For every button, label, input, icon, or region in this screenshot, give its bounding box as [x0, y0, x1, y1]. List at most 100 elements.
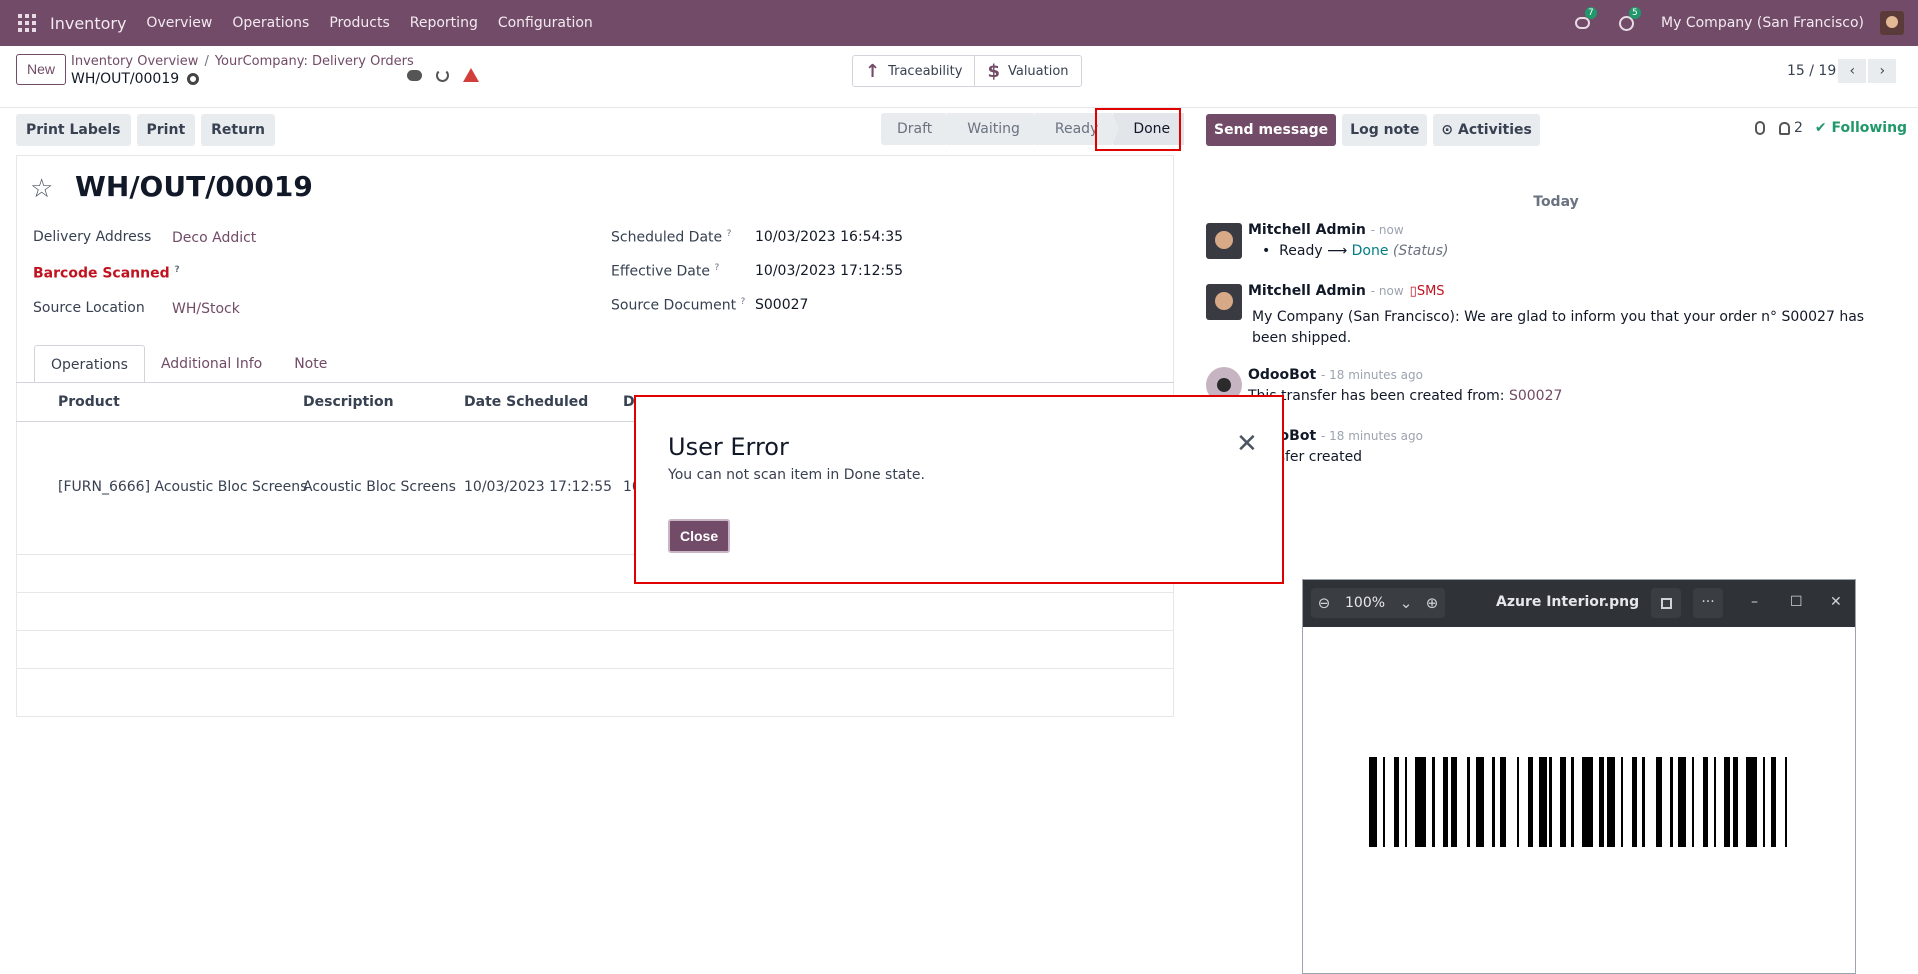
message-author: Mitchell Admin - now — [1248, 222, 1404, 238]
effective-date-value: 10/03/2023 17:12:55 — [755, 263, 904, 279]
pager-next-button[interactable]: › — [1868, 59, 1897, 83]
record-name-text: WH/OUT/00019 — [71, 71, 180, 87]
valuation-button[interactable]: $ Valuation — [974, 56, 1080, 86]
row-product[interactable]: [FURN_6666] Acoustic Bloc Screens — [58, 479, 307, 495]
return-button[interactable]: Return — [201, 114, 275, 146]
table-row-divider — [16, 668, 1174, 669]
column-date-scheduled[interactable]: Date Scheduled — [464, 394, 588, 410]
followers-count[interactable]: 2 — [1794, 120, 1803, 136]
close-button[interactable]: Close — [668, 519, 731, 553]
breadcrumb: Inventory Overview / YourCompany: Delivery… — [71, 54, 414, 69]
stage-draft[interactable]: Draft — [881, 113, 954, 145]
attachment-icon[interactable] — [1755, 121, 1765, 135]
menu-products[interactable]: Products — [329, 15, 389, 31]
record-name: WH/OUT/00019 — [71, 71, 200, 87]
pager-previous-button[interactable]: ‹ — [1838, 59, 1867, 83]
scheduled-date-value[interactable]: 10/03/2023 16:54:35 — [755, 229, 903, 245]
zoom-in-icon[interactable]: ⊕ — [1419, 588, 1445, 618]
send-message-button[interactable]: Send message — [1206, 114, 1337, 146]
star-icon[interactable]: ☆ — [30, 176, 53, 202]
barcode-image — [1369, 757, 1793, 847]
messages-icon[interactable]: 7 — [1573, 7, 1597, 33]
help-mark: ? — [174, 265, 180, 275]
message-time: - 18 minutes ago — [1321, 429, 1423, 443]
scheduled-date-text: Scheduled Date — [611, 229, 723, 246]
gear-icon[interactable] — [187, 73, 200, 85]
traceability-button[interactable]: ↑ Traceability — [853, 56, 974, 86]
following-button[interactable]: ✔ Following — [1815, 120, 1907, 136]
breadcrumb-delivery-orders[interactable]: YourCompany: Delivery Orders — [215, 54, 414, 69]
source-document-value[interactable]: S00027 — [755, 297, 808, 313]
arrow-up-icon: ↑ — [865, 60, 881, 82]
help-mark: ? — [714, 263, 720, 273]
valuation-label: Valuation — [1007, 63, 1069, 79]
print-button[interactable]: Print — [136, 114, 196, 146]
delivery-address-value[interactable]: Deco Addict — [172, 230, 256, 246]
maximize-icon[interactable]: ☐ — [1790, 594, 1803, 610]
menu-configuration[interactable]: Configuration — [498, 15, 593, 31]
chevron-down-icon[interactable]: ⌄ — [1393, 588, 1419, 618]
company-switcher[interactable]: My Company (San Francisco) — [1661, 15, 1864, 31]
author-avatar[interactable] — [1206, 223, 1242, 259]
barcode-scanned-label: Barcode Scanned ? — [33, 265, 180, 282]
activities-button-label: Activities — [1457, 122, 1532, 138]
menu-reporting[interactable]: Reporting — [410, 15, 478, 31]
dialog-title: User Error — [668, 433, 789, 461]
minimize-icon[interactable]: – — [1751, 594, 1758, 610]
author-avatar[interactable] — [1206, 284, 1242, 320]
pager: 15 / 19 ‹ › — [1787, 59, 1897, 83]
barcode-scanned-text: Barcode Scanned — [33, 265, 170, 282]
app-brand[interactable]: Inventory — [50, 14, 126, 33]
row-description[interactable]: Acoustic Bloc Screens — [303, 479, 456, 495]
message-body: My Company (San Francisco): We are glad … — [1252, 309, 1865, 346]
menu-overview[interactable]: Overview — [146, 15, 212, 31]
close-window-icon[interactable]: ✕ — [1830, 594, 1842, 610]
fullscreen-icon[interactable] — [1651, 588, 1681, 618]
save-cloud-icon[interactable] — [407, 70, 422, 81]
effective-date-text: Effective Date — [611, 263, 710, 280]
print-labels-button[interactable]: Print Labels — [16, 114, 131, 146]
more-menu-icon[interactable]: ··· — [1693, 588, 1723, 618]
stage-waiting[interactable]: Waiting — [947, 113, 1041, 145]
author-name[interactable]: Mitchell Admin — [1248, 222, 1366, 238]
delivery-address-label: Delivery Address — [33, 229, 152, 245]
zoom-out-icon[interactable]: ⊖ — [1311, 588, 1337, 618]
breadcrumb-separator: / — [204, 54, 209, 69]
log-note-button[interactable]: Log note — [1342, 114, 1428, 146]
author-name[interactable]: Mitchell Admin — [1248, 283, 1366, 299]
row-date-scheduled[interactable]: 10/03/2023 17:12:55 — [464, 479, 612, 495]
user-error-dialog: User Error ✕ You can not scan item in Do… — [634, 395, 1284, 584]
new-button[interactable]: New — [16, 54, 67, 85]
discard-icon[interactable] — [436, 69, 449, 82]
source-document-label: Source Document ? — [611, 297, 745, 314]
source-document-link[interactable]: S00027 — [1509, 388, 1562, 404]
tab-additional-info[interactable]: Additional Info — [145, 345, 278, 383]
apps-menu-icon[interactable] — [18, 14, 36, 32]
column-description[interactable]: Description — [303, 394, 394, 410]
check-icon: ✔ — [1814, 120, 1832, 136]
done-stage-highlight — [1095, 108, 1181, 151]
source-location-value[interactable]: WH/Stock — [172, 301, 240, 317]
breadcrumb-inventory-overview[interactable]: Inventory Overview — [71, 54, 198, 69]
arrow-icon: ⟶ — [1327, 243, 1348, 259]
tab-note[interactable]: Note — [278, 345, 343, 383]
pager-value[interactable]: 15 / 19 — [1787, 63, 1836, 79]
author-name[interactable]: OdooBot — [1248, 367, 1316, 383]
message-time: - now — [1370, 223, 1404, 237]
column-truncated[interactable]: D — [623, 394, 635, 410]
zoom-level[interactable]: 100% — [1337, 595, 1393, 611]
activities-clock-icon[interactable]: 5 — [1617, 7, 1641, 33]
close-icon[interactable]: ✕ — [1236, 431, 1258, 457]
warning-icon[interactable] — [463, 68, 479, 82]
new-status: Done — [1351, 243, 1389, 259]
control-panel: New Inventory Overview / YourCompany: Deli… — [0, 46, 1918, 108]
column-product[interactable]: Product — [58, 394, 120, 410]
traceability-label: Traceability — [888, 63, 963, 79]
tab-operations[interactable]: Operations — [34, 345, 145, 383]
clock-icon: ⊙ — [1441, 122, 1458, 138]
followers-icon[interactable] — [1779, 121, 1790, 135]
messages-count-badge: 7 — [1585, 7, 1597, 19]
activities-button[interactable]: ⊙ Activities — [1433, 114, 1540, 146]
user-avatar[interactable] — [1880, 11, 1904, 35]
menu-operations[interactable]: Operations — [232, 15, 309, 31]
